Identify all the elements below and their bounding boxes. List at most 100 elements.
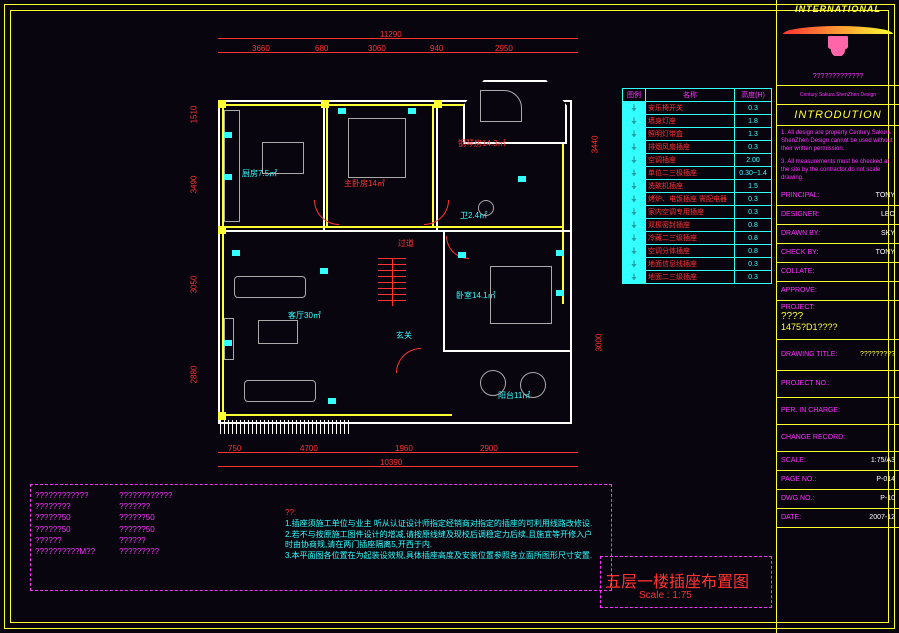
outlet [224, 132, 232, 138]
legend-name: 地面二三级插座 [646, 271, 735, 284]
furn-chair1 [480, 370, 506, 396]
outlet [408, 108, 416, 114]
company-en: Century Sakura ShenZhen Design [800, 92, 876, 98]
legend-icon: ⏚ [623, 102, 646, 115]
legend-name: 排烟风扇插座 [646, 141, 735, 154]
furn-wc [478, 200, 494, 216]
legend-table: 图例名称高度(H) ⏚安乐椅开关0.3⏚墙身灯座1.8⏚照明灯带盒1.3⏚排烟风… [622, 88, 772, 284]
legend-icon: ⏚ [623, 154, 646, 167]
tb-val: SKY [881, 230, 895, 237]
lbl-corr: 过道 [398, 238, 414, 249]
dwg-v: P-10 [880, 495, 895, 502]
dim-right-1: 3440 [590, 136, 599, 154]
cad-canvas[interactable]: 11290 3660 680 3060 940 2950 1510 3490 3… [0, 0, 899, 633]
dim-left-1: 1510 [189, 106, 198, 124]
legend-icon: ⏚ [623, 232, 646, 245]
flower-icon [828, 36, 848, 56]
legend-name: 家内空调专用插座 [646, 206, 735, 219]
dim-bot-3: 1960 [395, 444, 413, 453]
legend-ht: 0.8 [735, 219, 772, 232]
intro-title: INTRODUTION [777, 105, 899, 126]
legend-ht: 0.3 [735, 271, 772, 284]
legend-name: 照明灯带盒 [646, 128, 735, 141]
legend-h2: 名称 [646, 89, 735, 102]
chg-k: CHANGE RECORD: [781, 434, 845, 441]
legend-icon: ⏚ [623, 141, 646, 154]
outlet [224, 340, 232, 346]
company-sub: ????????????? [813, 73, 864, 80]
legend-ht: 0.3 [735, 206, 772, 219]
furn-sofa1 [234, 276, 306, 298]
legend-h3: 高度(H) [735, 89, 772, 102]
outlet [320, 268, 328, 274]
scale-v: 1:75/A3 [871, 457, 895, 464]
lbl-bed1: 主卧房14㎡ [344, 178, 385, 189]
furn-bed1 [348, 118, 406, 178]
legend-ht: 1.3 [735, 128, 772, 141]
legend-ht: 0.3 [735, 258, 772, 271]
scale-k: SCALE: [781, 457, 806, 464]
dim-top-total-val: 11290 [380, 30, 402, 39]
date-v: 2007-12 [869, 514, 895, 521]
tb-key: DRAWN BY: [781, 230, 820, 237]
legend-ht: 0.8 [735, 232, 772, 245]
page-k: PAGE NO.: [781, 476, 816, 483]
legend-ht: 0.3 [735, 193, 772, 206]
legend-ht: 1.8 [735, 115, 772, 128]
legend-icon: ⏚ [623, 115, 646, 128]
outlet [518, 176, 526, 182]
dwg-title-k: DRAWING TITLE: [781, 351, 837, 358]
wall-h2 [443, 350, 570, 352]
furn-sofa2 [244, 380, 316, 402]
legend-h1: 图例 [623, 89, 646, 102]
lbl-piano: 钢琴房14.3㎡ [458, 138, 506, 149]
legend-name: 安乐椅开关 [646, 102, 735, 115]
stair [378, 258, 418, 318]
legend-ht: 0.30~1.4 [735, 167, 772, 180]
legend-icon: ⏚ [623, 245, 646, 258]
tb-val: TONY [876, 249, 895, 256]
dim-top-3: 3060 [368, 44, 386, 53]
tb-val: LEO [881, 211, 895, 218]
legend-name: 地面信息线插座 [646, 258, 735, 271]
legend-icon: ⏚ [623, 128, 646, 141]
date-k: DATE: [781, 514, 801, 521]
legend-icon: ⏚ [623, 219, 646, 232]
furn-table [262, 142, 304, 174]
tb-val: TONY [876, 192, 895, 199]
dim-top-1: 3660 [252, 44, 270, 53]
project-k: PROJECT: [781, 304, 815, 311]
iy3 [222, 226, 564, 228]
furn-counter [224, 110, 240, 222]
outlet [556, 290, 564, 296]
outlet [328, 398, 336, 404]
dim-bot-2: 4700 [300, 444, 318, 453]
title-frame [600, 556, 772, 608]
wall-outer-y2 [222, 414, 452, 416]
furn-piano [480, 90, 522, 122]
legend-name: 墙身灯座 [646, 115, 735, 128]
dim-left-4: 2880 [189, 366, 198, 384]
tb-key: PRINCIPAL: [781, 192, 819, 199]
legend-ht: 1.5 [735, 180, 772, 193]
col4 [218, 226, 226, 234]
outlet [458, 252, 466, 258]
legend-ht: 2.00 [735, 154, 772, 167]
page-v: P-014 [876, 476, 895, 483]
legend-icon: ⏚ [623, 206, 646, 219]
furn-bed2 [490, 266, 552, 324]
balcony-rail [220, 420, 350, 434]
title-block: INTERNATIONAL ????????????? Century Saku… [776, 0, 899, 633]
tb-key: COLLATE: [781, 268, 814, 275]
legend-ht: 0.3 [735, 102, 772, 115]
wall-h1 [218, 230, 570, 232]
legend-icon: ⏚ [623, 193, 646, 206]
dim-right-2: 3000 [594, 334, 603, 352]
legend-ht: 0.3 [735, 141, 772, 154]
legend-name: 烤炉、电饭插座 需配电器 [646, 193, 735, 206]
legend-name: 洗碗机插座 [646, 180, 735, 193]
pic-k: PER. IN CHARGE: [781, 407, 840, 414]
intro-3: 3. All measurements must be checked at t… [781, 159, 895, 182]
tb-key: APPROVE: [781, 287, 817, 294]
legend-icon: ⏚ [623, 180, 646, 193]
